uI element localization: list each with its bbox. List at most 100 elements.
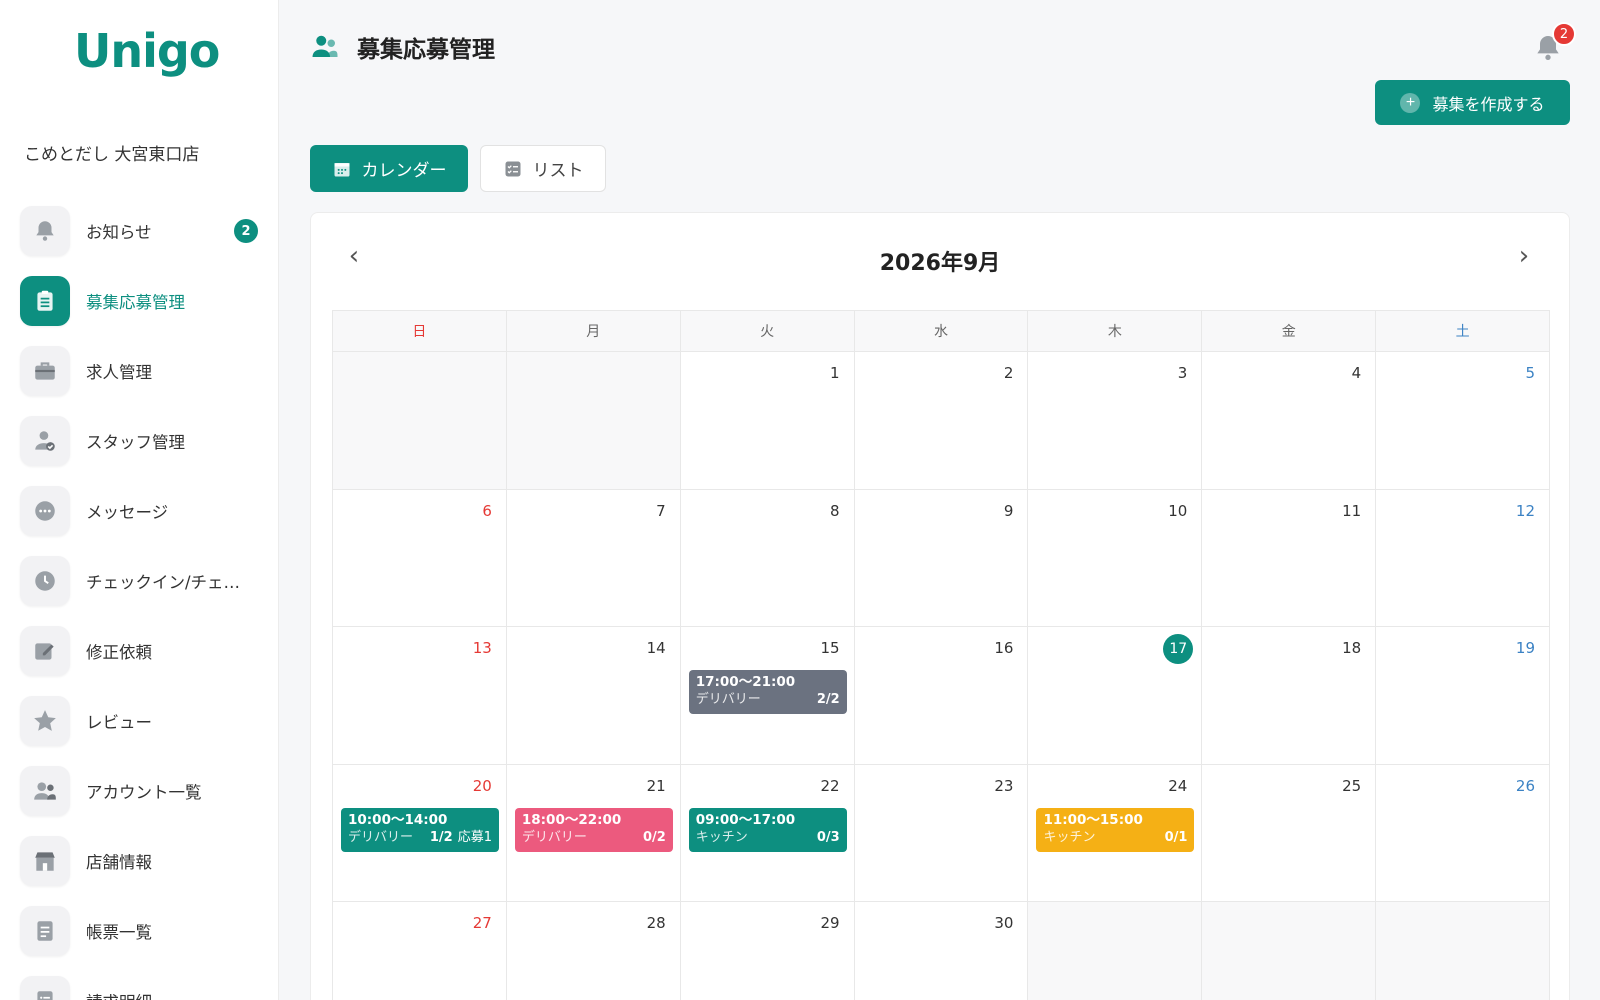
day-number: 8	[830, 501, 840, 520]
calendar-day[interactable]: 10	[1028, 489, 1203, 628]
calendar-day[interactable]: 6	[333, 489, 507, 628]
calendar-day[interactable]: 3	[1028, 352, 1203, 490]
create-recruitment-button[interactable]: + 募集を作成する	[1375, 80, 1570, 125]
calendar-day[interactable]: 2	[854, 352, 1029, 490]
shift-time: 11:00〜15:00	[1043, 811, 1143, 828]
shift-fill-count: 1/2	[429, 829, 453, 845]
sidebar-item-label: メッセージ	[86, 503, 169, 522]
shift-fill-count-wrap: 0/2	[643, 829, 666, 846]
sidebar-item-messages[interactable]: メッセージ	[20, 476, 260, 546]
calendar-day[interactable]: 13	[333, 627, 507, 765]
calendar-day-empty	[1376, 902, 1551, 1000]
shift-details: デリバリー 1/2 応募1	[348, 829, 492, 846]
briefcase-icon	[20, 346, 70, 396]
day-number: 12	[1515, 501, 1536, 520]
shift-fill-count: 2/2	[816, 692, 840, 708]
day-number: 18	[1342, 639, 1362, 658]
star-icon	[20, 696, 70, 746]
calendar-day[interactable]: 25	[1202, 764, 1377, 903]
shift-time: 17:00〜21:00	[695, 674, 796, 691]
tab-calendar-label: カレンダー	[361, 161, 447, 181]
calendar-day[interactable]: 29	[680, 902, 855, 1000]
shift-event[interactable]: 10:00〜14:00 デリバリー 1/2 応募1	[341, 807, 499, 852]
shift-time: 18:00〜22:00	[521, 811, 622, 828]
calendar-grid: 日月火水木金土 1 2 3 4 5 6 7 8 9 10 11 12 13 14 15 17:00〜21:00…	[332, 310, 1551, 1000]
day-number: 24	[1168, 776, 1188, 795]
calendar-week: 27 28 29 30	[333, 902, 1551, 1000]
shift-details: キッチン 0/1	[1043, 829, 1187, 846]
calendar-day[interactable]: 21 18:00〜22:00 デリバリー 0/2	[506, 764, 681, 903]
calendar-day-empty	[1028, 902, 1203, 1000]
day-number: 26	[1515, 776, 1536, 795]
calendar-day[interactable]: 4	[1202, 352, 1377, 490]
shift-time: 09:00〜17:00	[695, 811, 796, 828]
sidebar-item-accounts[interactable]: アカウント一覧	[20, 756, 260, 826]
shift-role: キッチン	[695, 829, 748, 845]
calendar-day[interactable]: 19	[1376, 627, 1551, 765]
day-number: 28	[646, 914, 666, 933]
calendar-day[interactable]: 1	[680, 352, 855, 490]
sidebar-item-reviews[interactable]: レビュー	[20, 686, 260, 756]
calendar-day[interactable]: 11	[1202, 489, 1377, 628]
calendar-day[interactable]: 28	[506, 902, 681, 1000]
calendar-day[interactable]: 5	[1376, 352, 1551, 490]
calendar-day[interactable]: 9	[854, 489, 1029, 628]
sidebar-item-checkin[interactable]: チェックイン/チェ…	[20, 546, 260, 616]
calendar-week: 20 10:00〜14:00 デリバリー 1/2 応募1 21 18:00〜22:00 デリバ…	[333, 764, 1551, 903]
calendar-day[interactable]: 7	[506, 489, 681, 628]
sidebar-item-store-info[interactable]: 店舗情報	[20, 826, 260, 896]
shift-event[interactable]: 17:00〜21:00 デリバリー 2/2	[688, 670, 847, 715]
store-name: こめとだし 大宮東口店	[24, 145, 200, 165]
sidebar-item-label: お知らせ	[86, 223, 152, 242]
shift-event[interactable]: 11:00〜15:00 キッチン 0/1	[1036, 807, 1195, 852]
shift-fill-count-wrap: 2/2	[817, 691, 840, 708]
calendar-day-empty	[1202, 902, 1377, 1000]
shift-fill-count-wrap: 0/3	[817, 829, 840, 846]
bell-icon	[20, 206, 70, 256]
calendar-day[interactable]: 15 17:00〜21:00 デリバリー 2/2	[680, 627, 855, 765]
sidebar-item-corrections[interactable]: 修正依頼	[20, 616, 260, 686]
sidebar-item-jobs[interactable]: 求人管理	[20, 336, 260, 406]
calendar-day[interactable]: 12	[1376, 489, 1551, 628]
sidebar-item-documents[interactable]: 帳票一覧	[20, 896, 260, 966]
day-number: 16	[994, 639, 1014, 658]
calendar-day[interactable]: 22 09:00〜17:00 キッチン 0/3	[680, 764, 855, 903]
calendar-day[interactable]: 30	[854, 902, 1029, 1000]
calendar-day[interactable]: 27	[333, 902, 507, 1000]
calendar-day[interactable]: 8	[680, 489, 855, 628]
calendar-day[interactable]: 16	[854, 627, 1029, 765]
calendar-week: 6 7 8 9 10 11 12	[333, 489, 1551, 628]
calendar-day[interactable]: 18	[1202, 627, 1377, 765]
sidebar-item-recruitment[interactable]: 募集応募管理	[20, 266, 260, 336]
calendar-week: 13 14 15 17:00〜21:00 デリバリー 2/2 16 17 18 19	[333, 627, 1551, 765]
day-number: 13	[472, 639, 492, 658]
shift-fill-count: 0/1	[1164, 829, 1188, 845]
day-number: 10	[1168, 501, 1188, 520]
tab-calendar[interactable]: カレンダー	[310, 145, 468, 192]
shift-time: 10:00〜14:00	[348, 811, 448, 828]
shift-event[interactable]: 18:00〜22:00 デリバリー 0/2	[514, 807, 673, 852]
sidebar-item-invoices[interactable]: 請求明細	[20, 966, 260, 1000]
checklist-icon	[505, 161, 520, 176]
sidebar-item-label: 求人管理	[86, 363, 152, 382]
calendar-day[interactable]: 23	[854, 764, 1029, 903]
day-number: 3	[1177, 364, 1188, 382]
sidebar: Unigo こめとだし 大宮東口店 お知らせ 2 募集応募管理 求人管理 スタッ…	[0, 0, 279, 1000]
shift-details: デリバリー 0/2	[522, 829, 666, 846]
logo[interactable]: Unigo	[74, 24, 220, 78]
sidebar-item-label: 募集応募管理	[86, 293, 185, 312]
shift-fill-count: 0/3	[816, 829, 840, 845]
sidebar-item-notifications[interactable]: お知らせ 2	[20, 196, 260, 266]
calendar-day[interactable]: 17	[1028, 627, 1203, 765]
calendar-day[interactable]: 26	[1376, 764, 1551, 903]
calendar-day[interactable]: 24 11:00〜15:00 キッチン 0/1	[1028, 764, 1203, 903]
calendar-day[interactable]: 14	[506, 627, 681, 765]
day-number: 15	[820, 639, 840, 658]
tab-list[interactable]: リスト	[480, 145, 606, 192]
shift-event[interactable]: 09:00〜17:00 キッチン 0/3	[688, 807, 847, 852]
sidebar-item-staff[interactable]: スタッフ管理	[20, 406, 260, 476]
weekday-label: 月	[506, 311, 681, 352]
shift-details: キッチン 0/3	[696, 829, 840, 846]
calendar-day[interactable]: 20 10:00〜14:00 デリバリー 1/2 応募1	[333, 764, 507, 903]
chevron-right-icon[interactable]: ›	[1509, 241, 1539, 271]
